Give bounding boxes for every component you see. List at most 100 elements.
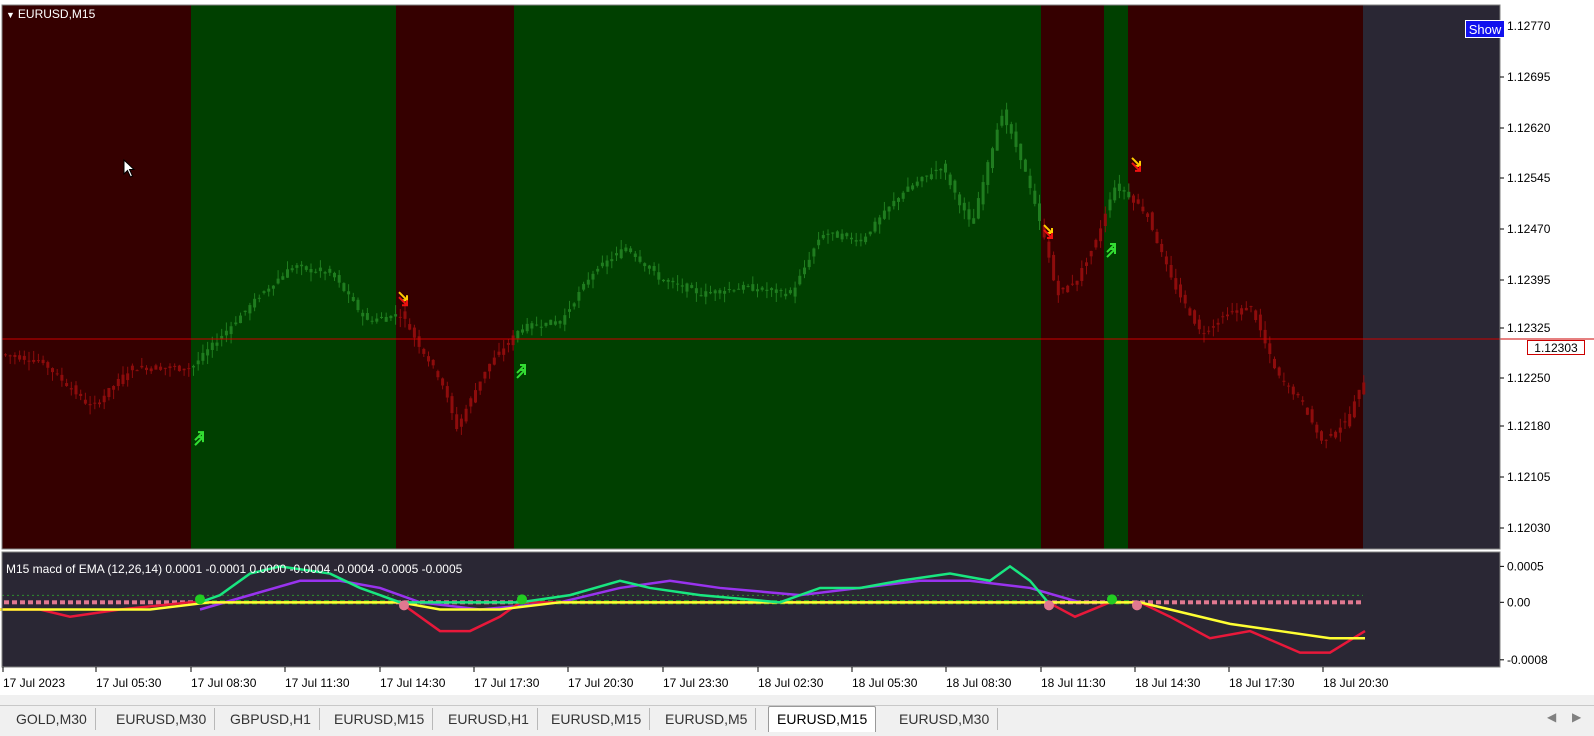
candle-body xyxy=(187,368,191,370)
candle-body xyxy=(920,176,924,182)
candle-body xyxy=(267,288,271,292)
scroll-right-icon[interactable]: ▶ xyxy=(1572,710,1581,724)
candle-body xyxy=(1085,262,1088,266)
tab-eurusd-h1[interactable]: EURUSD,H1 xyxy=(440,708,538,730)
macd-zero-marker xyxy=(76,600,81,605)
candle-body xyxy=(431,359,435,366)
candle-body xyxy=(1296,393,1300,396)
candle-body xyxy=(807,259,811,268)
time-label: 18 Jul 05:30 xyxy=(852,676,918,690)
macd-zero-marker xyxy=(1196,600,1201,605)
candle-body xyxy=(1056,280,1060,296)
candle-body xyxy=(281,276,285,280)
candle-body xyxy=(8,355,12,357)
candle-body xyxy=(394,314,398,317)
tab-eurusd-m30-2[interactable]: EURUSD,M30 xyxy=(891,708,999,730)
candle-body xyxy=(347,291,351,295)
candle-body xyxy=(1291,386,1295,395)
chart-canvas[interactable]: 1.12770 1.12695 1.12620 1.12545 1.12470 1.123… xyxy=(0,0,1594,695)
candle-body xyxy=(723,290,727,294)
candle-body xyxy=(27,360,31,362)
candle-body xyxy=(1066,285,1070,293)
tab-eurusd-m15[interactable]: EURUSD,M15 xyxy=(326,708,434,730)
macd-zero-marker xyxy=(116,600,121,605)
tab-eurusd-m5[interactable]: EURUSD,M5 xyxy=(657,708,757,730)
current-price-label: 1.12303 xyxy=(1527,340,1585,355)
macd-zero-marker xyxy=(4,600,9,605)
candle-body xyxy=(1023,159,1027,172)
candle-body xyxy=(1033,190,1037,204)
macd-zero-marker xyxy=(28,600,33,605)
candle-body xyxy=(539,326,543,328)
candle-body xyxy=(441,378,445,386)
candle-body xyxy=(1038,203,1041,222)
candle-body xyxy=(1207,330,1211,332)
time-label: 18 Jul 14:30 xyxy=(1135,676,1201,690)
candle-body xyxy=(1132,195,1135,203)
candle-body xyxy=(821,234,825,239)
candle-body xyxy=(605,260,609,267)
macd-zero-marker xyxy=(1180,600,1185,605)
tab-gbpusd-h1[interactable]: GBPUSD,H1 xyxy=(222,708,320,730)
candle-body xyxy=(380,316,383,318)
show-button[interactable]: Show xyxy=(1465,20,1505,38)
candle-body xyxy=(1009,124,1013,134)
candle-body xyxy=(478,381,482,391)
candle-body xyxy=(981,182,985,205)
candle-body xyxy=(680,285,684,287)
tab-eurusd-m15-2[interactable]: EURUSD,M15 xyxy=(543,708,651,730)
tab-gold-m30[interactable]: GOLD,M30 xyxy=(8,708,96,730)
symbol-title[interactable]: ▼ EURUSD,M15 xyxy=(6,7,95,21)
macd-zero-marker xyxy=(1292,600,1297,605)
candle-body xyxy=(624,247,628,252)
candle-body xyxy=(1103,213,1107,227)
candle-body xyxy=(1183,294,1187,304)
candle-body xyxy=(450,396,454,414)
candle-body xyxy=(286,269,289,278)
candle-body xyxy=(878,217,882,225)
candle-body xyxy=(1150,212,1154,230)
trend-zone-bull xyxy=(191,5,396,549)
macd-cross-dot xyxy=(1107,594,1117,605)
scroll-left-icon[interactable]: ◀ xyxy=(1547,710,1556,724)
candle-body xyxy=(88,404,92,406)
candle-body xyxy=(591,273,595,280)
dropdown-triangle-icon[interactable]: ▼ xyxy=(6,10,15,20)
candle-body xyxy=(154,365,158,370)
candle-body xyxy=(1047,241,1051,258)
candle-body xyxy=(163,367,167,369)
candle-body xyxy=(276,278,280,284)
macd-zero-marker xyxy=(1212,600,1217,605)
candle-body xyxy=(1249,306,1253,308)
candle-body xyxy=(732,290,736,292)
candle-body xyxy=(577,291,581,301)
tab-eurusd-m15-active[interactable]: EURUSD,M15 xyxy=(768,706,877,732)
candle-body xyxy=(615,253,618,256)
candle-body xyxy=(196,360,200,365)
candle-body xyxy=(563,315,567,325)
candle-body xyxy=(840,233,844,240)
macd-cross-dot xyxy=(1044,600,1054,611)
time-label: 17 Jul 11:30 xyxy=(285,676,350,690)
candle-body xyxy=(915,181,919,186)
candle-body xyxy=(1193,310,1197,324)
candle-body xyxy=(488,363,492,372)
candle-body xyxy=(506,342,510,345)
time-label: 17 Jul 20:30 xyxy=(568,676,634,690)
candle-body xyxy=(906,186,910,192)
candle-body xyxy=(159,366,163,370)
chart-window[interactable]: 1.12770 1.12695 1.12620 1.12545 1.12470 1.123… xyxy=(0,0,1594,695)
candle-body xyxy=(412,327,416,338)
price-label: 1.12470 xyxy=(1507,222,1551,236)
candle-body xyxy=(525,323,529,332)
candle-body xyxy=(1113,187,1117,201)
price-label: 1.12105 xyxy=(1507,470,1551,484)
candle-body xyxy=(751,284,755,291)
candle-body xyxy=(1277,367,1281,376)
candle-body xyxy=(1174,278,1178,290)
tab-eurusd-m30[interactable]: EURUSD,M30 xyxy=(108,708,216,730)
candle-body xyxy=(516,330,520,339)
candle-body xyxy=(812,248,816,257)
price-label: 1.12395 xyxy=(1507,273,1551,287)
trend-zone-bear xyxy=(1128,5,1363,549)
